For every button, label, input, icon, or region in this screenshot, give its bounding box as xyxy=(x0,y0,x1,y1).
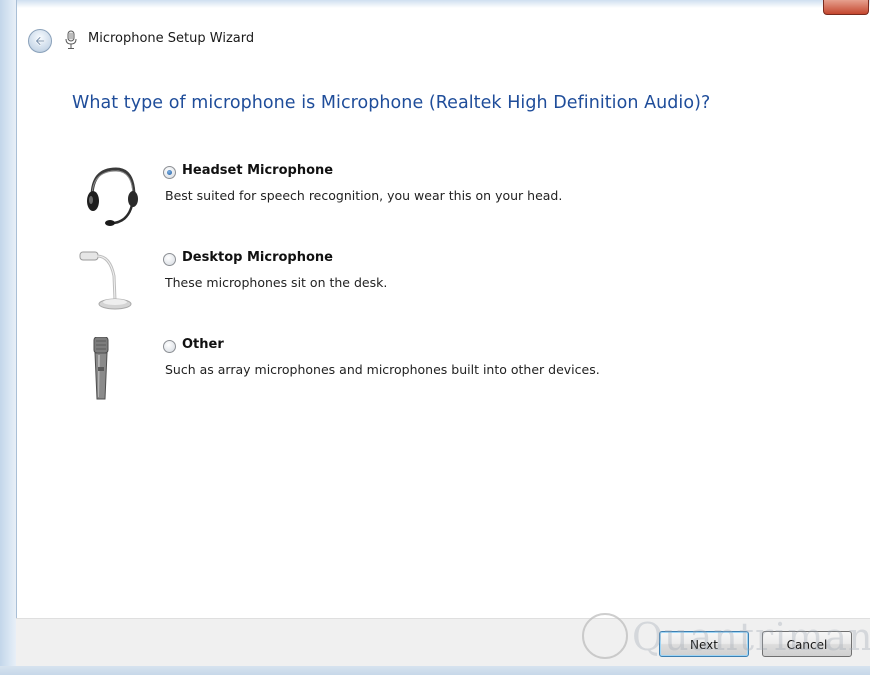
wizard-footer: Next Cancel xyxy=(16,618,870,667)
headset-option-description: Best suited for speech recognition, you … xyxy=(165,188,563,203)
option-other[interactable]: Other Such as array microphones and micr… xyxy=(78,337,838,417)
option-headset[interactable]: Headset Microphone Best suited for speec… xyxy=(78,163,838,243)
back-button[interactable] xyxy=(28,29,52,53)
other-option-description: Such as array microphones and microphone… xyxy=(165,362,600,377)
cancel-button[interactable]: Cancel xyxy=(762,631,852,657)
headset-radio[interactable] xyxy=(163,166,176,179)
window-title: Microphone Setup Wizard xyxy=(88,31,255,46)
back-arrow-icon xyxy=(35,36,46,46)
handheld-microphone-icon xyxy=(93,337,109,400)
desktop-radio[interactable] xyxy=(163,253,176,266)
window-frame-bottom xyxy=(0,666,870,675)
headset-icon xyxy=(87,167,138,226)
close-window-button[interactable] xyxy=(823,0,869,15)
window-frame-left xyxy=(0,0,17,675)
option-desktop[interactable]: Desktop Microphone These microphones sit… xyxy=(78,250,838,330)
page-heading: What type of microphone is Microphone (R… xyxy=(72,93,711,113)
other-option-title: Other xyxy=(182,337,224,352)
next-button[interactable]: Next xyxy=(659,631,749,657)
headset-option-title: Headset Microphone xyxy=(182,163,334,178)
microphone-icon xyxy=(65,30,77,49)
window-frame-top xyxy=(0,0,870,8)
desktop-option-title: Desktop Microphone xyxy=(182,250,333,265)
desktop-microphone-icon xyxy=(79,251,132,310)
desktop-option-description: These microphones sit on the desk. xyxy=(165,275,388,290)
other-radio[interactable] xyxy=(163,340,176,353)
title-bar: Microphone Setup Wizard xyxy=(16,20,870,60)
